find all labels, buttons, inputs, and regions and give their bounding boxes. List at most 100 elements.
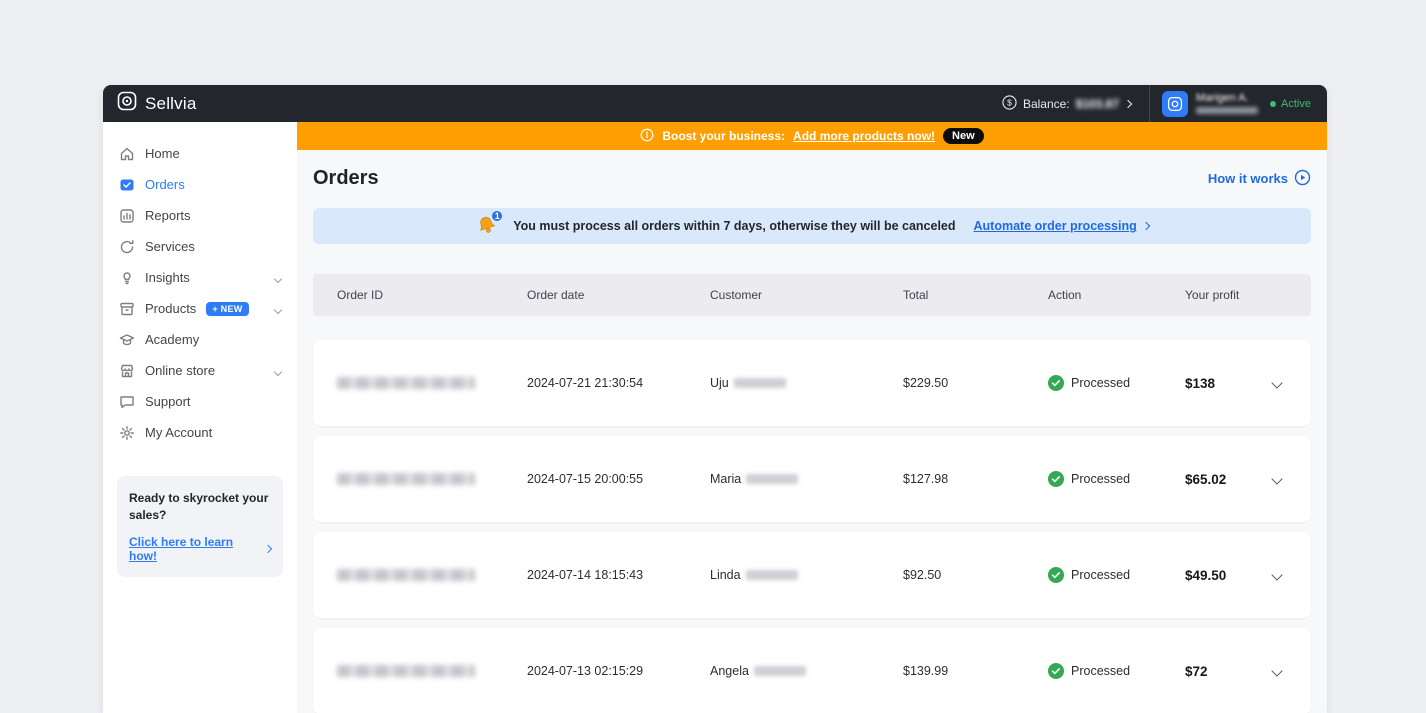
customer-last-name-redacted: [746, 474, 798, 484]
svg-text:$: $: [1007, 97, 1012, 107]
customer-cell: Uju: [710, 376, 903, 390]
storefront-icon: [119, 363, 135, 379]
info-icon: [640, 128, 654, 145]
sidebar-item-label: Home: [145, 146, 180, 161]
sidebar-item-support[interactable]: Support: [103, 386, 297, 417]
status-label: Processed: [1071, 376, 1130, 390]
chevron-down-icon: [275, 363, 281, 378]
sidebar-item-home[interactable]: Home: [103, 138, 297, 169]
check-circle-icon: [1048, 663, 1064, 679]
dollar-circle-icon: $: [1002, 95, 1017, 113]
col-your-profit: Your profit: [1185, 288, 1251, 302]
bell-icon: 1: [475, 214, 501, 238]
order-date: 2024-07-15 20:00:55: [527, 472, 710, 486]
home-icon: [119, 146, 135, 162]
expand-row-button[interactable]: [1267, 560, 1287, 590]
status-badge: Active: [1270, 98, 1311, 110]
chevron-right-icon: [1124, 99, 1132, 107]
sidebar-item-label: Insights: [145, 270, 190, 285]
table-row[interactable]: 2024-07-13 02:15:29 Angela $139.99 Proce…: [313, 628, 1311, 713]
top-bar: Sellvia $ Balance: $103.87 Marigen A.: [103, 85, 1327, 122]
avatar: [1162, 91, 1188, 117]
sidebar-promo-title: Ready to skyrocket your sales?: [129, 490, 271, 525]
expand-row-button[interactable]: [1267, 368, 1287, 398]
table-row[interactable]: 2024-07-14 18:15:43 Linda $92.50 Process…: [313, 532, 1311, 618]
order-profit: $72: [1185, 664, 1251, 679]
main-content: Orders How it works 1 You must process a…: [297, 150, 1327, 713]
promo-banner: Boost your business: Add more products n…: [297, 122, 1327, 150]
sidebar: Home Orders Reports Services: [103, 122, 297, 713]
support-chat-icon: [119, 394, 135, 410]
academy-icon: [119, 332, 135, 348]
order-status: Processed: [1048, 567, 1185, 583]
sidebar-item-label: Academy: [145, 332, 199, 347]
order-total: $127.98: [903, 472, 1048, 486]
status-label: Active: [1281, 98, 1311, 110]
order-profit: $49.50: [1185, 568, 1251, 583]
customer-first-name: Angela: [710, 664, 749, 678]
new-pill-badge[interactable]: New: [943, 128, 984, 144]
order-profit: $65.02: [1185, 472, 1251, 487]
table-row[interactable]: 2024-07-15 20:00:55 Maria $127.98 Proces…: [313, 436, 1311, 522]
sidebar-item-label: Orders: [145, 177, 185, 192]
chevron-down-icon: [275, 270, 281, 285]
sidebar-item-reports[interactable]: Reports: [103, 200, 297, 231]
how-it-works-link[interactable]: How it works: [1208, 169, 1311, 189]
customer-last-name-redacted: [746, 570, 798, 580]
customer-cell: Angela: [710, 664, 903, 678]
order-id-redacted: [337, 569, 475, 581]
add-products-link[interactable]: Add more products now!: [793, 129, 935, 143]
order-date: 2024-07-13 02:15:29: [527, 664, 710, 678]
sidebar-item-insights[interactable]: Insights: [103, 262, 297, 293]
brand-name: Sellvia: [145, 94, 196, 114]
services-icon: [119, 239, 135, 255]
sidebar-item-orders[interactable]: Orders: [103, 169, 297, 200]
sidebar-item-online-store[interactable]: Online store: [103, 355, 297, 386]
chevron-right-icon: [1142, 222, 1150, 230]
order-status: Processed: [1048, 375, 1185, 391]
status-label: Processed: [1071, 472, 1130, 486]
sidebar-promo-card: Ready to skyrocket your sales? Click her…: [117, 476, 283, 577]
customer-last-name-redacted: [754, 666, 806, 676]
status-label: Processed: [1071, 568, 1130, 582]
orders-list: 2024-07-21 21:30:54 Uju $229.50 Processe…: [313, 340, 1311, 713]
customer-cell: Maria: [710, 472, 903, 486]
user-name: Marigen A.: [1196, 93, 1258, 104]
sidebar-promo-link[interactable]: Click here to learn how!: [129, 535, 271, 563]
topbar-right: $ Balance: $103.87 Marigen A. Active: [1002, 85, 1327, 122]
play-circle-icon: [1294, 169, 1311, 189]
notice-text: You must process all orders within 7 day…: [513, 219, 955, 233]
chevron-down-icon: [275, 301, 281, 316]
balance-value: $103.87: [1076, 97, 1119, 111]
automate-processing-link[interactable]: Automate order processing: [974, 219, 1149, 233]
sidebar-item-label: Support: [145, 394, 191, 409]
products-icon: [119, 301, 135, 317]
order-date: 2024-07-14 18:15:43: [527, 568, 710, 582]
user-meta: Marigen A.: [1196, 93, 1258, 114]
order-date: 2024-07-21 21:30:54: [527, 376, 710, 390]
check-circle-icon: [1048, 567, 1064, 583]
order-id-redacted: [337, 473, 475, 485]
how-it-works-label: How it works: [1208, 171, 1288, 186]
sidebar-item-products[interactable]: Products + NEW: [103, 293, 297, 324]
order-id-redacted: [337, 377, 475, 389]
order-status: Processed: [1048, 663, 1185, 679]
sidebar-item-my-account[interactable]: My Account: [103, 417, 297, 448]
sidebar-item-services[interactable]: Services: [103, 231, 297, 262]
expand-row-button[interactable]: [1267, 656, 1287, 686]
col-action: Action: [1048, 288, 1185, 302]
table-row[interactable]: 2024-07-21 21:30:54 Uju $229.50 Processe…: [313, 340, 1311, 426]
app-window: Sellvia $ Balance: $103.87 Marigen A.: [103, 85, 1327, 713]
user-menu[interactable]: Marigen A. Active: [1149, 85, 1327, 122]
table-header: Order ID Order date Customer Total Actio…: [313, 274, 1311, 316]
sidebar-promo-link-label: Click here to learn how!: [129, 535, 259, 563]
order-profit: $138: [1185, 376, 1251, 391]
sidebar-item-label: My Account: [145, 425, 212, 440]
order-id-redacted: [337, 665, 475, 677]
balance-widget[interactable]: $ Balance: $103.87: [1002, 95, 1131, 113]
sidebar-item-academy[interactable]: Academy: [103, 324, 297, 355]
col-total: Total: [903, 288, 1048, 302]
check-circle-icon: [1048, 471, 1064, 487]
sellvia-logo[interactable]: Sellvia: [117, 91, 196, 116]
expand-row-button[interactable]: [1267, 464, 1287, 494]
